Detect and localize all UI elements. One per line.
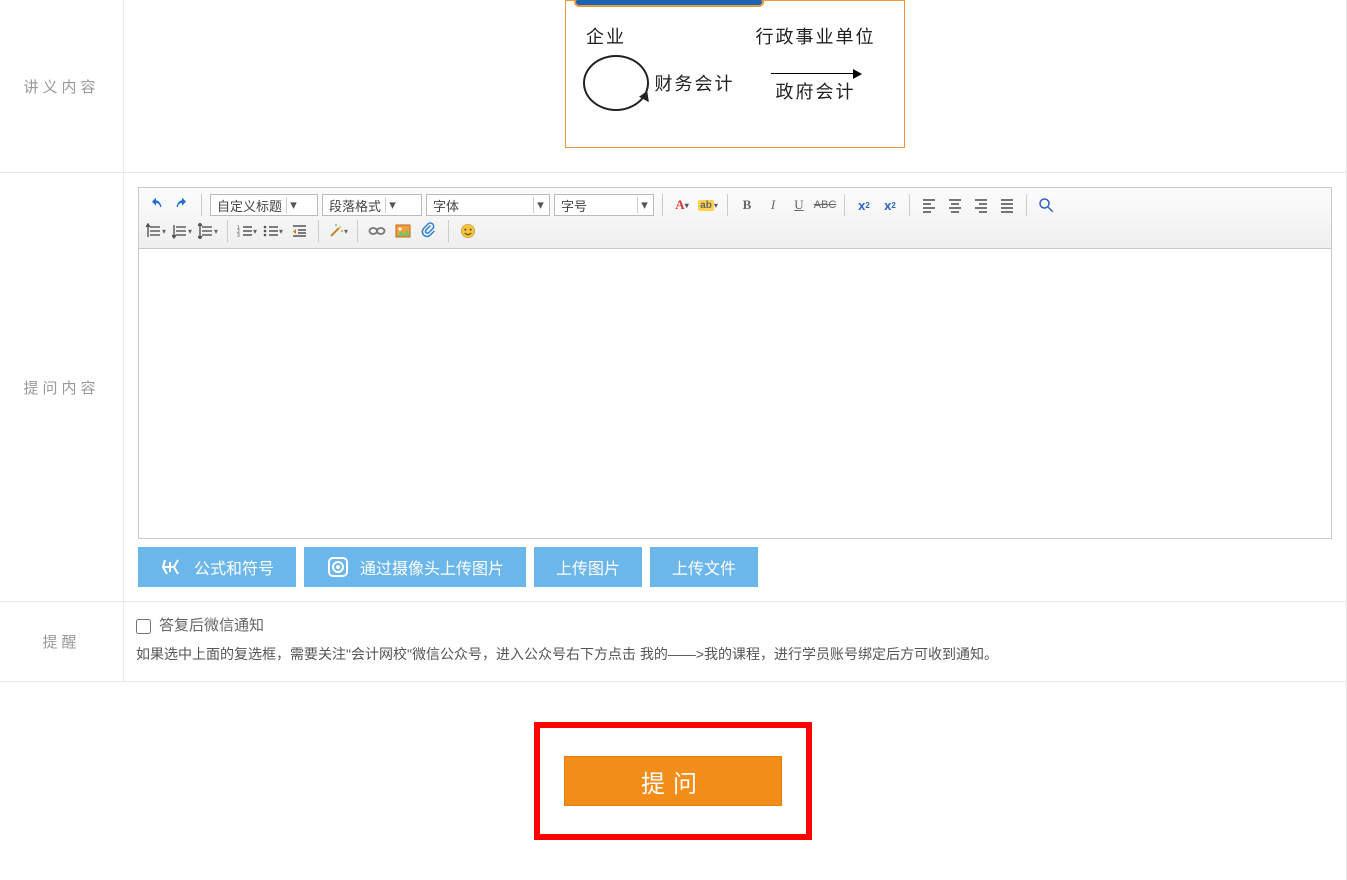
formula-icon <box>160 555 184 579</box>
upload-buttons: 公式和符号 通过摄像头上传图片 上传图片 上传文件 <box>138 547 1332 587</box>
bold-icon[interactable]: B <box>736 194 758 216</box>
diagram-bottom-left: 财务会计 <box>655 70 735 96</box>
image-upload-button[interactable]: 上传图片 <box>534 547 642 587</box>
lecture-label: 讲义内容 <box>0 0 124 172</box>
magic-icon[interactable]: ▾ <box>327 220 349 242</box>
align-left-icon[interactable] <box>918 194 940 216</box>
question-label: 提问内容 <box>0 173 124 601</box>
image-icon[interactable] <box>392 220 414 242</box>
emoji-icon[interactable] <box>457 220 479 242</box>
superscript-icon[interactable]: x2 <box>853 194 875 216</box>
align-right-icon[interactable] <box>970 194 992 216</box>
diagram-header-pill <box>574 0 764 7</box>
arrow-icon <box>771 73 861 74</box>
combo-size[interactable]: 字号▾ <box>554 194 654 216</box>
remind-hint: 如果选中上面的复选框，需要关注"会计网校"微信公众号，进入公众号右下方点击 我的… <box>136 641 1334 668</box>
submit-highlight-box: 提问 <box>534 722 812 840</box>
italic-icon[interactable]: I <box>762 194 784 216</box>
cycle-icon <box>583 55 649 111</box>
question-section: 提问内容 自定义标题▾ 段落格式▾ 字体▾ 字号▾ A▾ ab▾ <box>0 173 1347 602</box>
font-color-icon[interactable]: A▾ <box>671 194 693 216</box>
redo-icon[interactable] <box>171 194 193 216</box>
ordered-list-icon[interactable]: 123▾ <box>236 220 258 242</box>
combo-font[interactable]: 字体▾ <box>426 194 550 216</box>
file-upload-button[interactable]: 上传文件 <box>650 547 758 587</box>
formula-button[interactable]: 公式和符号 <box>138 547 296 587</box>
wechat-notify-checkbox-wrap[interactable]: 答复后微信通知 <box>136 612 1334 641</box>
line-height-down-icon[interactable]: ▾ <box>171 220 193 242</box>
camera-upload-button[interactable]: 通过摄像头上传图片 <box>304 547 526 587</box>
strikethrough-icon[interactable]: ABC <box>814 194 836 216</box>
editor-toolbar: 自定义标题▾ 段落格式▾ 字体▾ 字号▾ A▾ ab▾ B I U ABC x2… <box>138 187 1332 249</box>
lecture-section: 讲义内容 企业 行政事业单位 财务会计 政府会计 <box>0 0 1347 173</box>
subscript-icon[interactable]: x2 <box>879 194 901 216</box>
wechat-notify-checkbox[interactable] <box>136 619 151 634</box>
combo-paragraph[interactable]: 段落格式▾ <box>322 194 422 216</box>
camera-icon <box>326 555 350 579</box>
outdent-icon[interactable] <box>288 220 310 242</box>
submit-section: 提问 <box>0 682 1347 880</box>
line-height-up-icon[interactable]: ▾ <box>145 220 167 242</box>
editor-textarea[interactable] <box>138 249 1332 539</box>
lecture-diagram: 企业 行政事业单位 财务会计 政府会计 <box>565 0 905 148</box>
underline-icon[interactable]: U <box>788 194 810 216</box>
remind-label: 提醒 <box>0 602 124 681</box>
diagram-top-left: 企业 <box>574 23 735 49</box>
link-icon[interactable] <box>366 220 388 242</box>
align-justify-icon[interactable] <box>996 194 1018 216</box>
remind-section: 提醒 答复后微信通知 如果选中上面的复选框，需要关注"会计网校"微信公众号，进入… <box>0 602 1347 682</box>
attachment-icon[interactable] <box>418 220 440 242</box>
line-spacing-icon[interactable]: ▾ <box>197 220 219 242</box>
highlight-icon[interactable]: ab▾ <box>697 194 719 216</box>
zoom-icon[interactable] <box>1035 194 1057 216</box>
undo-icon[interactable] <box>145 194 167 216</box>
wechat-notify-label: 答复后微信通知 <box>159 612 264 641</box>
submit-button[interactable]: 提问 <box>564 756 782 806</box>
svg-text:3: 3 <box>237 233 240 239</box>
unordered-list-icon[interactable]: ▾ <box>262 220 284 242</box>
diagram-bottom-right: 政府会计 <box>776 78 856 104</box>
combo-custom-title[interactable]: 自定义标题▾ <box>210 194 318 216</box>
align-center-icon[interactable] <box>944 194 966 216</box>
diagram-top-right: 行政事业单位 <box>735 23 896 49</box>
